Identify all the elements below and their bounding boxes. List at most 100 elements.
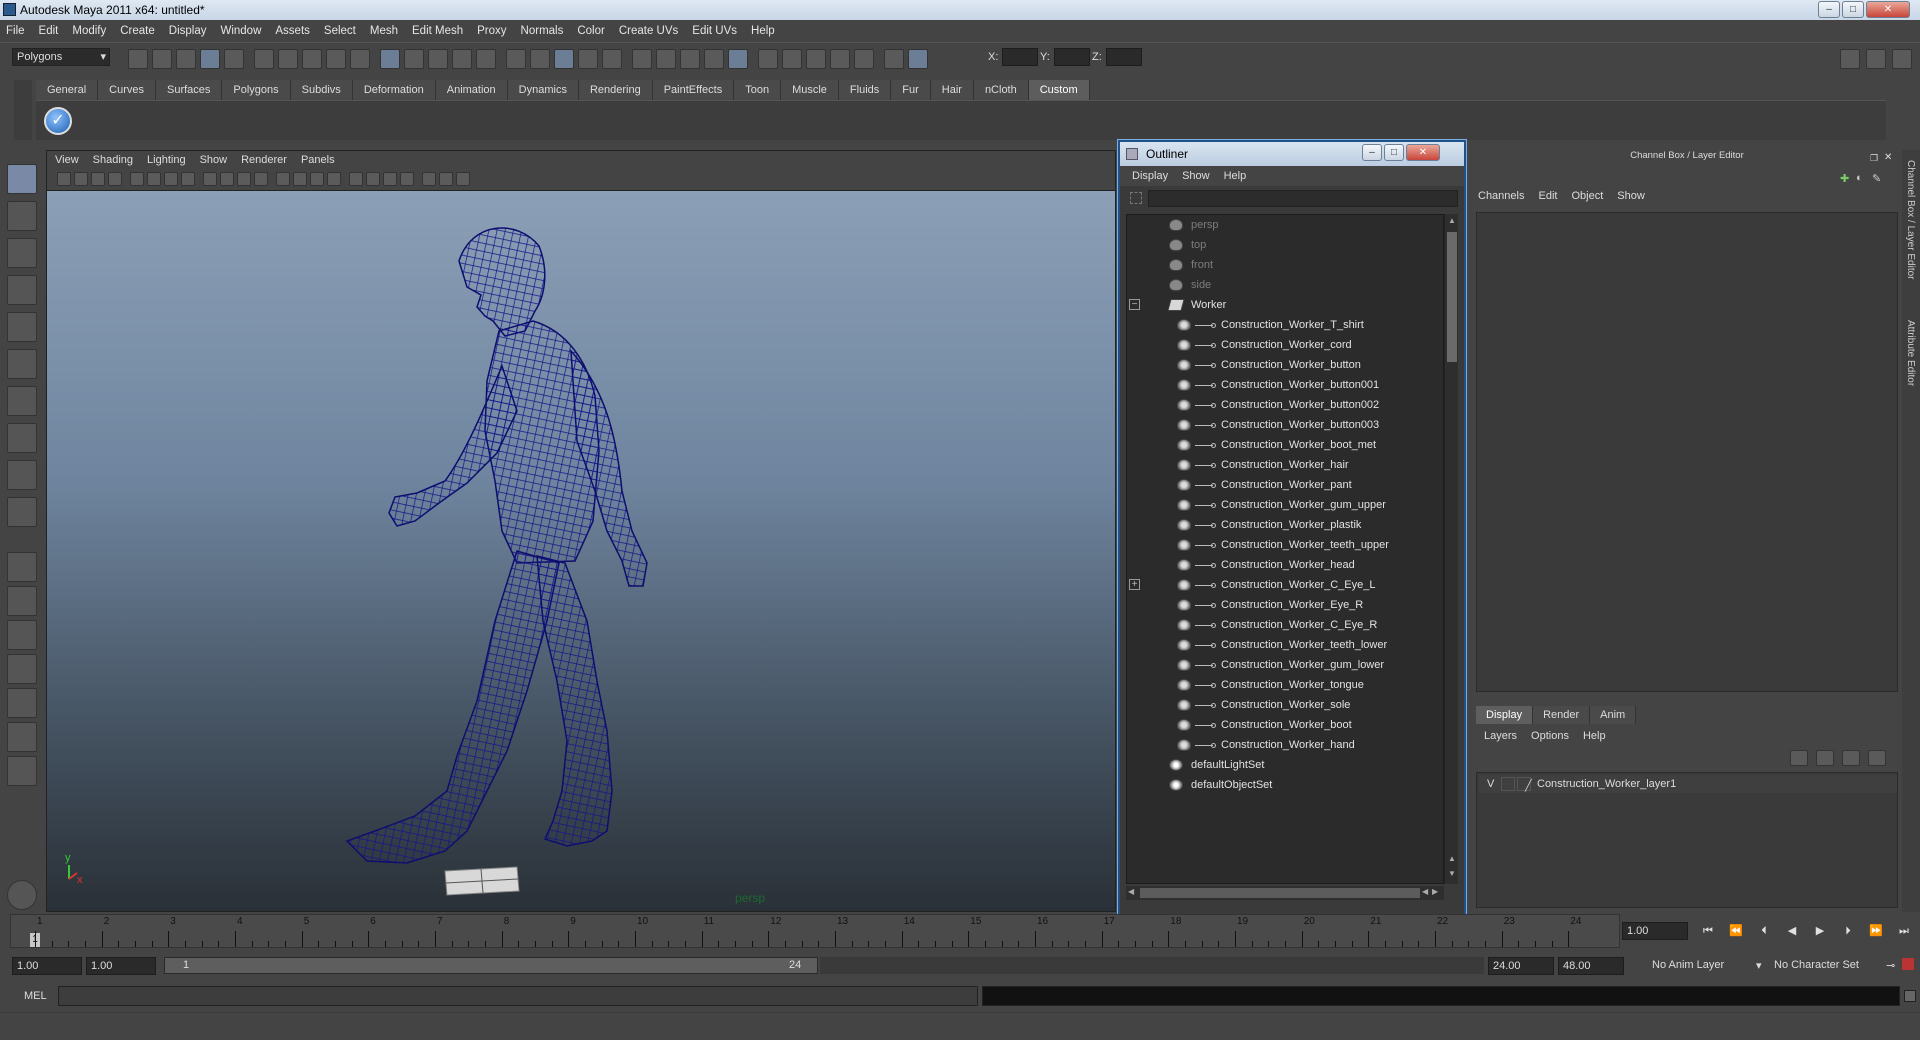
outliner-item-construction_worker_cord[interactable]: Construction_Worker_cord — [1127, 335, 1443, 355]
outliner-item-construction_worker_sole[interactable]: Construction_Worker_sole — [1127, 695, 1443, 715]
shelf-tab-dynamics[interactable]: Dynamics — [507, 80, 579, 100]
shelf-tab-fur[interactable]: Fur — [891, 80, 931, 100]
show-attribute-editor-icon[interactable] — [1840, 49, 1860, 69]
layer-row[interactable]: V ╱ Construction_Worker_layer1 — [1479, 775, 1897, 793]
shelf-tab-ncloth[interactable]: nCloth — [973, 80, 1029, 100]
select-rendering-icon[interactable] — [476, 49, 496, 69]
select-deformers-icon[interactable] — [428, 49, 448, 69]
hypershade-layout-icon[interactable] — [7, 688, 37, 718]
outliner-vertical-scrollbar[interactable]: ▲ ▲ ▼ — [1444, 214, 1458, 884]
snap-grid-icon[interactable] — [530, 49, 550, 69]
outliner-item-construction_worker_gum_lower[interactable]: Construction_Worker_gum_lower — [1127, 655, 1443, 675]
menu-window[interactable]: Window — [220, 25, 261, 37]
camera-attributes-icon[interactable] — [74, 172, 88, 186]
hypershade-icon[interactable] — [854, 49, 874, 69]
outliner-item-construction_worker_gum_upper[interactable]: Construction_Worker_gum_upper — [1127, 495, 1443, 515]
outliner-item-construction_worker_t_shirt[interactable]: Construction_Worker_T_shirt — [1127, 315, 1443, 335]
menu-proxy[interactable]: Proxy — [477, 25, 506, 37]
all-lights-icon[interactable] — [366, 172, 380, 186]
channel-pen-icon[interactable]: ✎ — [1872, 172, 1881, 185]
shelf-menu-handle[interactable] — [14, 80, 32, 140]
animation-end-field[interactable]: 48.00 — [1558, 957, 1624, 975]
menu-help[interactable]: Help — [751, 25, 775, 37]
outliner-item-construction_worker_eye_r[interactable]: Construction_Worker_Eye_R — [1127, 595, 1443, 615]
outliner-search-input[interactable] — [1148, 190, 1458, 207]
maximize-button[interactable]: □ — [1842, 1, 1864, 18]
snap-plane-icon[interactable] — [602, 49, 622, 69]
menu-display[interactable]: Display — [169, 25, 207, 37]
shelf-tab-general[interactable]: General — [36, 80, 99, 100]
outliner-item-construction_worker_button001[interactable]: Construction_Worker_button001 — [1127, 375, 1443, 395]
resolution-gate-icon[interactable] — [181, 172, 195, 186]
select-handles-icon[interactable] — [326, 49, 346, 69]
mel-command-input[interactable] — [58, 986, 978, 1006]
outliner-horizontal-scrollbar[interactable]: ◀ ◀ ▶ — [1126, 886, 1444, 900]
step-back-frame-icon[interactable]: ⏴ — [1756, 924, 1772, 938]
new-layer-icon[interactable] — [1790, 750, 1808, 766]
shelf-tab-toon[interactable]: Toon — [734, 80, 782, 100]
select-camera-icon[interactable] — [57, 172, 71, 186]
menu-mesh[interactable]: Mesh — [370, 25, 398, 37]
outliner-item-construction_worker_button[interactable]: Construction_Worker_button — [1127, 355, 1443, 375]
y-field[interactable] — [1054, 48, 1090, 66]
four-pane-layout-icon[interactable] — [7, 586, 37, 616]
use-default-lights-icon[interactable] — [349, 172, 363, 186]
outliner-item-construction_worker_plastik[interactable]: Construction_Worker_plastik — [1127, 515, 1443, 535]
outliner-item-construction_worker_head[interactable]: Construction_Worker_head — [1127, 555, 1443, 575]
outliner-item-construction_worker_tongue[interactable]: Construction_Worker_tongue — [1127, 675, 1443, 695]
outliner-minimize-button[interactable]: – — [1362, 144, 1382, 161]
ipr-render-icon[interactable] — [806, 49, 826, 69]
step-back-key-icon[interactable]: ⏪ — [1728, 924, 1744, 938]
viewport-menu-renderer[interactable]: Renderer — [241, 154, 287, 166]
anim-layer-dropdown[interactable]: No Anim Layer — [1648, 957, 1758, 975]
viewport-menu-shading[interactable]: Shading — [93, 154, 133, 166]
outliner-item-construction_worker_teeth_lower[interactable]: Construction_Worker_teeth_lower — [1127, 635, 1443, 655]
outliner-item-worker[interactable]: − Worker — [1127, 295, 1443, 315]
layer-tab-display[interactable]: Display — [1476, 706, 1534, 724]
outliner-item-construction_worker_c_eye_r[interactable]: Construction_Worker_C_Eye_R — [1127, 615, 1443, 635]
lock-selection-icon[interactable] — [302, 49, 322, 69]
select-curves-icon[interactable] — [380, 49, 400, 69]
show-manipulator-icon[interactable] — [7, 460, 37, 490]
render-settings-icon[interactable] — [830, 49, 850, 69]
viewport-menu-lighting[interactable]: Lighting — [147, 154, 186, 166]
menu-edit-mesh[interactable]: Edit Mesh — [412, 25, 463, 37]
channel-key-icon[interactable]: ✚ — [1840, 172, 1849, 185]
snap-point-icon[interactable] — [578, 49, 598, 69]
output-ops-icon[interactable] — [704, 49, 724, 69]
textured-icon[interactable] — [327, 172, 341, 186]
time-slider[interactable]: 1 12345678910111213141516171819202122232… — [10, 914, 1620, 948]
channel-menu-edit[interactable]: Edit — [1538, 190, 1557, 202]
shelf-tab-subdivs[interactable]: Subdivs — [290, 80, 353, 100]
snap-curve-icon[interactable] — [554, 49, 574, 69]
shelf-tab-muscle[interactable]: Muscle — [781, 80, 839, 100]
outliner-item-construction_worker_button003[interactable]: Construction_Worker_button003 — [1127, 415, 1443, 435]
menu-edit-uvs[interactable]: Edit UVs — [692, 25, 737, 37]
safe-title-icon[interactable] — [254, 172, 268, 186]
menu-edit[interactable]: Edit — [39, 25, 59, 37]
outliner-close-button[interactable]: ✕ — [1406, 144, 1440, 161]
viewport-menu-show[interactable]: Show — [200, 154, 228, 166]
shelf-tab-custom[interactable]: Custom — [1028, 80, 1090, 100]
outliner-item-defaultobjectset[interactable]: defaultObjectSet — [1127, 775, 1443, 795]
layer-stack-icon[interactable] — [1816, 750, 1834, 766]
last-tool-icon[interactable] — [7, 497, 37, 527]
outliner-item-construction_worker_boot_met[interactable]: Construction_Worker_boot_met — [1127, 435, 1443, 455]
outliner-item-construction_worker_c_eye_l[interactable]: + Construction_Worker_C_Eye_L — [1127, 575, 1443, 595]
history-icon[interactable] — [656, 49, 676, 69]
save-scene-icon[interactable] — [200, 49, 220, 69]
rotate-tool-icon[interactable] — [7, 312, 37, 342]
close-button[interactable]: ✕ — [1866, 1, 1910, 18]
viewport-menu-panels[interactable]: Panels — [301, 154, 335, 166]
construction-history-icon[interactable] — [728, 49, 748, 69]
field-chart-icon[interactable] — [220, 172, 234, 186]
menu-set-divider[interactable] — [128, 49, 148, 69]
select-tool-icon[interactable] — [7, 164, 37, 194]
auto-key-icon[interactable] — [1902, 958, 1914, 970]
two-pane-layout-icon[interactable] — [7, 620, 37, 650]
universal-manipulator-icon[interactable] — [7, 386, 37, 416]
expand-icon[interactable]: + — [1129, 579, 1140, 590]
channel-menu-channels[interactable]: Channels — [1478, 190, 1524, 202]
outliner-maximize-button[interactable]: □ — [1384, 144, 1404, 161]
script-editor-icon[interactable] — [1904, 990, 1916, 1002]
